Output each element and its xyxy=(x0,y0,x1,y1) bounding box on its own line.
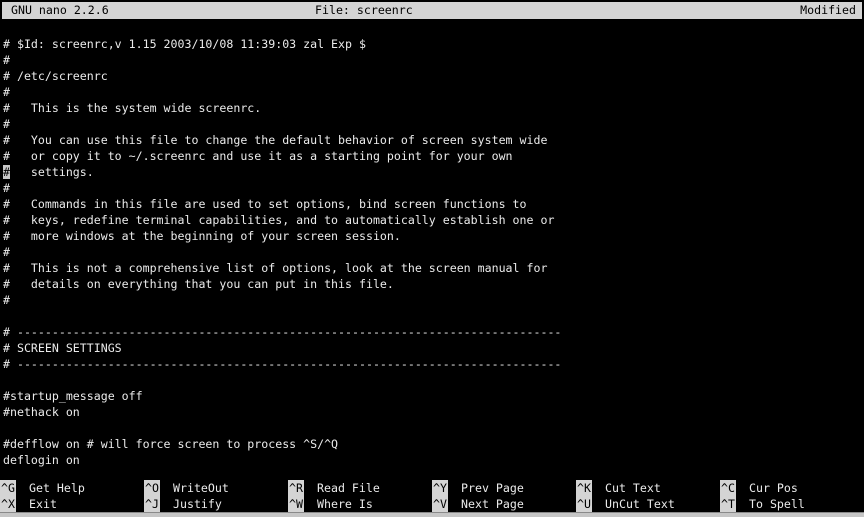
shortcut-label: UnCut Text xyxy=(605,497,675,511)
shortcut-item: ^K Cut Text xyxy=(576,480,661,496)
editor-line: # xyxy=(3,52,864,68)
shortcut-key: ^O xyxy=(144,480,160,496)
editor-line: # xyxy=(3,84,864,100)
shortcut-item: ^Y Prev Page xyxy=(432,480,524,496)
shortcut-label: Prev Page xyxy=(461,481,524,495)
shortcut-label: Justify xyxy=(173,497,222,511)
shortcut-row-2: ^X Exit ^J Justify ^W Where Is ^V Next Page ^U Un… xyxy=(0,496,864,512)
editor-line: # xyxy=(3,244,864,260)
editor-line xyxy=(3,372,864,388)
shortcut-label: WriteOut xyxy=(173,481,229,495)
shortcut-item: ^X Exit xyxy=(0,496,57,512)
app-version-label: GNU nano 2.2.6 xyxy=(11,2,109,19)
shortcut-key: ^Y xyxy=(432,480,448,496)
shortcut-key: ^U xyxy=(576,496,592,512)
shortcut-item: ^C Cur Pos xyxy=(720,480,798,496)
shortcut-item: ^W Where Is xyxy=(288,496,373,512)
shortcut-key: ^T xyxy=(720,496,736,512)
modified-badge: Modified xyxy=(800,2,856,19)
shortcut-label: Cur Pos xyxy=(749,481,798,495)
editor-line: # SCREEN SETTINGS xyxy=(3,340,864,356)
shortcut-item: ^U UnCut Text xyxy=(576,496,675,512)
shortcut-item: ^J Justify xyxy=(144,496,222,512)
shortcut-key: ^X xyxy=(0,496,16,512)
shortcut-label: To Spell xyxy=(749,497,805,511)
editor-line: # You can use this file to change the de… xyxy=(3,132,864,148)
shortcut-key: ^J xyxy=(144,496,160,512)
editor-line: # more windows at the beginning of your … xyxy=(3,228,864,244)
editor-line: # keys, redefine terminal capabilities, … xyxy=(3,212,864,228)
shortcut-label: Get Help xyxy=(29,481,85,495)
editor-line: # $Id: screenrc,v 1.15 2003/10/08 11:39:… xyxy=(3,36,864,52)
shortcut-row-1: ^G Get Help ^O WriteOut ^R Read File ^Y Prev Pa… xyxy=(0,480,864,496)
editor-line: deflogin on xyxy=(3,452,864,468)
editor-line: #defflow on # will force screen to proce… xyxy=(3,436,864,452)
editor-line: # or copy it to ~/.screenrc and use it a… xyxy=(3,148,864,164)
editor-line: # /etc/screenrc xyxy=(3,68,864,84)
editor-line: # This is the system wide screenrc. xyxy=(3,100,864,116)
shortcut-item: ^R Read File xyxy=(288,480,380,496)
editor-line: # This is not a comprehensive list of op… xyxy=(3,260,864,276)
editor-text-area[interactable]: # $Id: screenrc,v 1.15 2003/10/08 11:39:… xyxy=(3,36,864,468)
editor-line: # settings. xyxy=(3,164,864,180)
nano-terminal-window: GNU nano 2.2.6 File: screenrc Modified #… xyxy=(0,0,864,517)
shortcut-label: Read File xyxy=(317,481,380,495)
shortcut-label: Exit xyxy=(29,497,57,511)
shortcut-item: ^T To Spell xyxy=(720,496,805,512)
editor-line: # --------------------------------------… xyxy=(3,356,864,372)
editor-line xyxy=(3,420,864,436)
file-name-label: File: screenrc xyxy=(315,2,413,19)
shortcut-key: ^V xyxy=(432,496,448,512)
nano-titlebar: GNU nano 2.2.6 File: screenrc Modified xyxy=(2,2,862,19)
editor-line: # --------------------------------------… xyxy=(3,324,864,340)
shortcut-item: ^O WriteOut xyxy=(144,480,229,496)
editor-line: # details on everything that you can put… xyxy=(3,276,864,292)
window-bottom-edge xyxy=(0,512,864,517)
shortcut-item: ^G Get Help xyxy=(0,480,85,496)
shortcut-key: ^R xyxy=(288,480,304,496)
shortcut-key: ^K xyxy=(576,480,592,496)
editor-line: # Commands in this file are used to set … xyxy=(3,196,864,212)
editor-line: #startup_message off xyxy=(3,388,864,404)
shortcut-bar: ^G Get Help ^O WriteOut ^R Read File ^Y Prev Pa… xyxy=(0,480,864,512)
editor-line: #nethack on xyxy=(3,404,864,420)
shortcut-key: ^G xyxy=(0,480,16,496)
editor-line: # xyxy=(3,116,864,132)
shortcut-label: Next Page xyxy=(461,497,524,511)
shortcut-key: ^W xyxy=(288,496,304,512)
editor-line: # xyxy=(3,292,864,308)
shortcut-item: ^V Next Page xyxy=(432,496,524,512)
shortcut-label: Where Is xyxy=(317,497,373,511)
shortcut-key: ^C xyxy=(720,480,736,496)
editor-line: # xyxy=(3,180,864,196)
shortcut-label: Cut Text xyxy=(605,481,661,495)
text-cursor: # xyxy=(3,165,10,179)
editor-line xyxy=(3,308,864,324)
